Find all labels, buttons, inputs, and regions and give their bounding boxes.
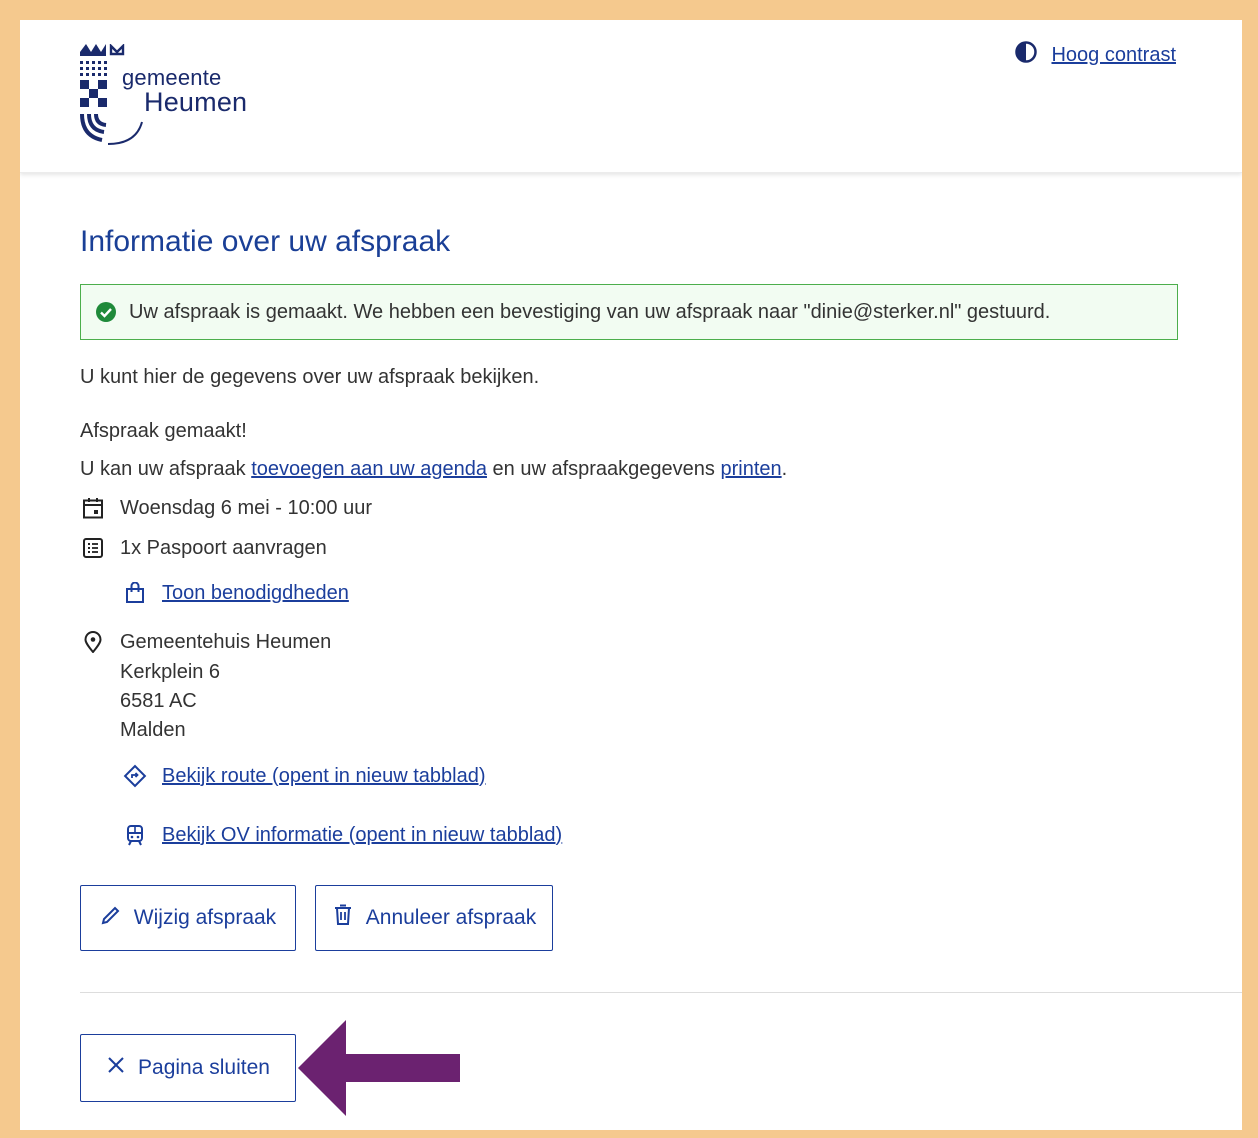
print-link[interactable]: printen — [720, 458, 781, 480]
calendar-icon — [80, 495, 106, 521]
list-icon — [80, 535, 106, 561]
close-icon — [106, 1055, 126, 1081]
success-alert: Uw afspraak is gemaakt. We hebben een be… — [80, 284, 1178, 340]
site-header: gemeente Heumen Hoog contrast — [20, 20, 1242, 173]
close-page-button[interactable]: Pagina sluiten — [80, 1034, 296, 1102]
page-title: Informatie over uw afspraak — [80, 225, 451, 258]
address-postcode: 6581 AC — [120, 690, 197, 712]
page-frame: gemeente Heumen Hoog contrast Informatie… — [20, 20, 1242, 1130]
half-circle-contrast-icon — [1015, 41, 1038, 69]
logo-text-heumen: Heumen — [144, 87, 248, 117]
show-requirements-link[interactable]: Toon benodigdheden — [162, 582, 349, 605]
address-street: Kerkplein 6 — [120, 661, 221, 683]
agenda-text-3: . — [781, 458, 788, 480]
product-text: 1x Paspoort aanvragen — [120, 536, 327, 559]
appointment-made-text: Afspraak gemaakt! — [80, 420, 247, 442]
trash-icon — [332, 904, 354, 932]
bag-icon — [122, 580, 148, 606]
arrow-left-icon — [298, 1020, 462, 1121]
location-address: Kerkplein 6 6581 AC Malden — [120, 658, 220, 745]
appointment-product: 1x Paspoort aanvragen — [80, 535, 327, 561]
agenda-text-2: en uw afspraakgegevens — [486, 458, 721, 480]
agenda-sentence: U kan uw afspraak toevoegen aan uw agend… — [80, 458, 787, 481]
address-city: Malden — [120, 719, 186, 741]
ov-info-link[interactable]: Bekijk OV informatie (opent in nieuw tab… — [162, 824, 562, 847]
route-link[interactable]: Bekijk route (opent in nieuw tabblad) — [162, 765, 486, 788]
appointment-datetime: Woensdag 6 mei - 10:00 uur — [80, 495, 372, 521]
cancel-appointment-button[interactable]: Annuleer afspraak — [315, 885, 553, 951]
agenda-text-1: U kan uw afspraak — [80, 458, 252, 480]
pencil-icon — [100, 904, 122, 932]
ov-row[interactable]: Bekijk OV informatie (opent in nieuw tab… — [122, 822, 562, 848]
location-name-row: Gemeentehuis Heumen — [80, 629, 331, 655]
edit-appointment-button[interactable]: Wijzig afspraak — [80, 885, 296, 951]
alert-message: Uw afspraak is gemaakt. We hebben een be… — [129, 300, 1051, 323]
location-name: Gemeentehuis Heumen — [120, 630, 332, 653]
route-row[interactable]: Bekijk route (opent in nieuw tabblad) — [122, 763, 486, 789]
intro-text: U kunt hier de gegevens over uw afspraak… — [80, 366, 540, 388]
cancel-appointment-label: Annuleer afspraak — [365, 906, 537, 929]
edit-appointment-label: Wijzig afspraak — [133, 906, 277, 929]
route-icon — [122, 763, 148, 789]
check-circle-icon — [95, 301, 117, 323]
close-page-label: Pagina sluiten — [138, 1056, 270, 1079]
datetime-text: Woensdag 6 mei - 10:00 uur — [120, 496, 373, 519]
add-to-agenda-link[interactable]: toevoegen aan uw agenda — [251, 458, 487, 480]
high-contrast-link[interactable]: Hoog contrast — [1051, 44, 1176, 67]
train-icon — [122, 822, 148, 848]
requirements-toggle[interactable]: Toon benodigdheden — [122, 580, 349, 606]
section-divider — [80, 992, 1242, 993]
high-contrast-toggle[interactable]: Hoog contrast — [1015, 41, 1176, 69]
location-pin-icon — [80, 629, 106, 655]
